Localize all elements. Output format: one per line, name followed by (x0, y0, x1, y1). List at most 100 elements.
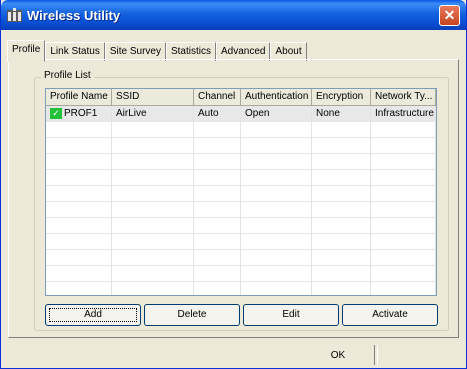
delete-button[interactable]: Delete (144, 304, 240, 326)
empty-cell (46, 202, 112, 218)
activate-button[interactable]: Activate (342, 304, 438, 326)
column-header-network-type[interactable]: Network Ty... (371, 89, 436, 106)
list-header: Profile Name SSID Channel Authentication… (46, 89, 436, 106)
empty-cell (312, 250, 371, 266)
footer-divider (374, 345, 378, 365)
add-button[interactable]: Add (45, 304, 141, 326)
ok-button[interactable]: OK (319, 346, 357, 368)
empty-cell (46, 218, 112, 234)
empty-cell (371, 202, 436, 218)
empty-cell (371, 138, 436, 154)
empty-list-row (46, 234, 436, 250)
empty-cell (112, 154, 194, 170)
empty-list-row (46, 282, 436, 295)
app-icon (7, 8, 22, 22)
empty-cell (312, 170, 371, 186)
empty-cell (241, 186, 312, 202)
window-title: Wireless Utility (27, 8, 121, 23)
empty-cell (112, 266, 194, 282)
empty-list-row (46, 186, 436, 202)
wireless-utility-window: Wireless Utility ✕ Profile Link Status S… (0, 0, 467, 369)
empty-cell (194, 282, 241, 295)
empty-list-row (46, 218, 436, 234)
empty-cell (371, 218, 436, 234)
empty-cell (112, 186, 194, 202)
authentication-cell: Open (241, 106, 312, 122)
network-type-cell: Infrastructure (371, 106, 436, 122)
empty-cell (46, 122, 112, 138)
empty-cell (312, 266, 371, 282)
empty-cell (312, 282, 371, 295)
empty-cell (112, 250, 194, 266)
empty-cell (241, 218, 312, 234)
edit-button[interactable]: Edit (243, 304, 339, 326)
empty-cell (371, 234, 436, 250)
empty-cell (112, 234, 194, 250)
empty-cell (241, 154, 312, 170)
empty-cell (46, 170, 112, 186)
tab-profile[interactable]: Profile (7, 40, 46, 62)
empty-cell (312, 218, 371, 234)
close-button[interactable]: ✕ (439, 5, 460, 26)
empty-cell (241, 234, 312, 250)
empty-cell (371, 282, 436, 295)
empty-cell (46, 154, 112, 170)
tab-strip: Profile Link Status Site Survey Statisti… (7, 40, 307, 62)
empty-cell (46, 186, 112, 202)
empty-list-row (46, 202, 436, 218)
empty-cell (46, 138, 112, 154)
empty-cell (194, 170, 241, 186)
empty-cell (194, 202, 241, 218)
empty-cell (194, 122, 241, 138)
empty-list-row (46, 266, 436, 282)
empty-cell (312, 122, 371, 138)
empty-cell (112, 218, 194, 234)
profile-list-view[interactable]: Profile Name SSID Channel Authentication… (45, 88, 437, 296)
profile-list-label: Profile List (41, 70, 94, 81)
empty-cell (112, 282, 194, 295)
empty-rows (46, 122, 436, 295)
empty-cell (371, 266, 436, 282)
column-header-encryption[interactable]: Encryption (312, 89, 371, 106)
empty-cell (312, 138, 371, 154)
profile-name-cell: ✓ PROF1 (46, 106, 112, 122)
column-header-ssid[interactable]: SSID (112, 89, 194, 106)
title-bar[interactable]: Wireless Utility ✕ (1, 0, 466, 30)
empty-cell (241, 250, 312, 266)
profile-name-text: PROF1 (64, 108, 98, 119)
empty-cell (46, 250, 112, 266)
empty-cell (194, 250, 241, 266)
empty-cell (371, 170, 436, 186)
empty-list-row (46, 170, 436, 186)
empty-cell (241, 282, 312, 295)
empty-cell (371, 154, 436, 170)
column-header-channel[interactable]: Channel (194, 89, 241, 106)
empty-list-row (46, 122, 436, 138)
empty-cell (241, 170, 312, 186)
empty-list-row (46, 154, 436, 170)
empty-cell (312, 154, 371, 170)
empty-cell (312, 186, 371, 202)
empty-list-row (46, 138, 436, 154)
empty-cell (312, 234, 371, 250)
empty-cell (112, 138, 194, 154)
empty-cell (241, 138, 312, 154)
empty-cell (112, 122, 194, 138)
empty-cell (241, 122, 312, 138)
empty-cell (312, 202, 371, 218)
active-profile-check-icon: ✓ (50, 107, 62, 119)
empty-cell (194, 138, 241, 154)
encryption-cell: None (312, 106, 371, 122)
channel-cell: Auto (194, 106, 241, 122)
table-row[interactable]: ✓ PROF1 AirLive Auto Open None Infrastruc… (46, 106, 436, 122)
empty-cell (194, 186, 241, 202)
column-header-authentication[interactable]: Authentication (241, 89, 312, 106)
empty-cell (241, 266, 312, 282)
empty-cell (112, 170, 194, 186)
empty-cell (194, 154, 241, 170)
column-header-profile-name[interactable]: Profile Name (46, 89, 112, 106)
empty-cell (46, 282, 112, 295)
empty-cell (371, 186, 436, 202)
empty-cell (46, 266, 112, 282)
empty-cell (194, 234, 241, 250)
